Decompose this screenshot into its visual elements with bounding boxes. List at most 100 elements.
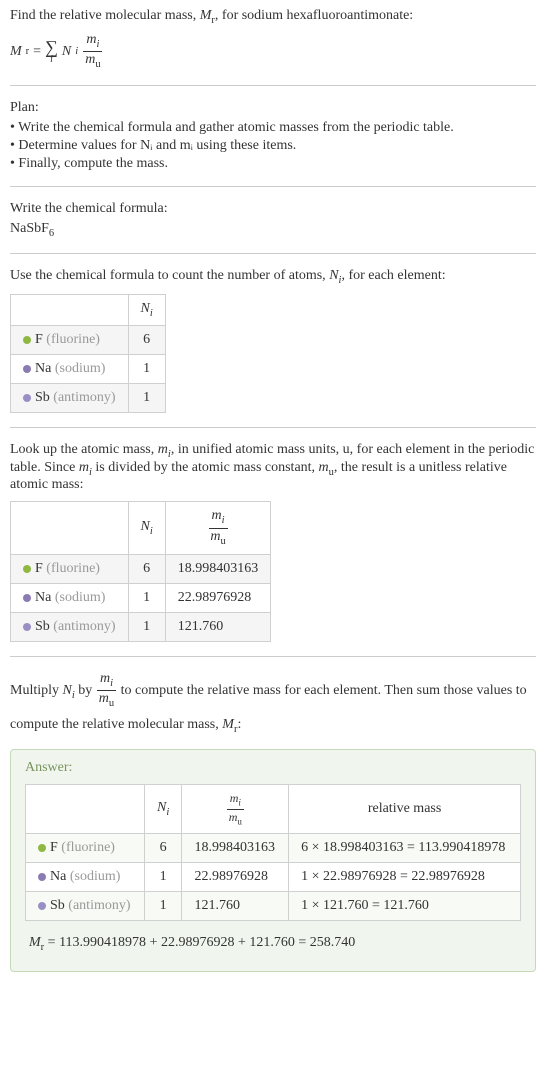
element-cell: F (fluorine) <box>11 554 129 583</box>
count-title: Use the chemical formula to count the nu… <box>10 268 536 286</box>
count-table: Ni F (fluorine) 6 Na (sodium) 1 Sb (anti… <box>10 294 166 413</box>
element-cell: F (fluorine) <box>11 325 129 354</box>
eq-n-sub: i <box>75 46 78 57</box>
answer-title: Answer: <box>25 760 521 776</box>
eq-frac-num: mi <box>83 32 102 52</box>
table-header-frac: mi mu <box>182 785 289 834</box>
multiply-text: Multiply Ni by mi mu to compute the rela… <box>10 671 536 739</box>
lookup-section: Look up the atomic mass, mi, in unified … <box>10 442 536 642</box>
table-row: F (fluorine) 6 18.998403163 6 × 18.99840… <box>26 834 521 863</box>
lookup-text: Look up the atomic mass, mi, in unified … <box>10 442 536 494</box>
element-dot-icon <box>23 365 31 373</box>
mass-cell: 121.760 <box>165 612 271 641</box>
element-cell: Na (sodium) <box>11 583 129 612</box>
table-header-relmass: relative mass <box>289 785 521 834</box>
table-row: Sb (antimony) 1 121.760 <box>11 612 271 641</box>
intro-section: Find the relative molecular mass, Mr , fo… <box>10 8 536 71</box>
element-cell: F (fluorine) <box>26 834 145 863</box>
relmass-cell: 6 × 18.998403163 = 113.990418978 <box>289 834 521 863</box>
chem-sub: 6 <box>49 228 54 239</box>
divider <box>10 186 536 187</box>
table-header-row: Ni mi mu relative mass <box>26 785 521 834</box>
answer-table: Ni mi mu relative mass F (fluorine) 6 18… <box>25 784 521 921</box>
element-dot-icon <box>38 844 46 852</box>
element-cell: Sb (antimony) <box>11 383 129 412</box>
chem-formula: NaSbF6 <box>10 221 536 239</box>
relmass-cell: 1 × 22.98976928 = 22.98976928 <box>289 863 521 892</box>
table-row: Sb (antimony) 1 <box>11 383 166 412</box>
chem-prefix: NaSbF <box>10 221 49 236</box>
table-header-empty <box>26 785 145 834</box>
multiply-frac: mi mu <box>96 671 117 711</box>
plan-item: • Determine values for Nᵢ and mᵢ using t… <box>10 138 536 154</box>
final-formula: Mr = 113.990418978 + 22.98976928 + 121.7… <box>25 931 521 957</box>
intro-line1-end: , for sodium hexafluoroantimonate: <box>215 8 413 23</box>
table-row: Na (sodium) 1 <box>11 354 166 383</box>
mass-cell: 18.998403163 <box>165 554 271 583</box>
plan-section: Plan: • Write the chemical formula and g… <box>10 100 536 172</box>
element-cell: Na (sodium) <box>26 863 145 892</box>
table-row: Na (sodium) 1 22.98976928 1 × 22.9897692… <box>26 863 521 892</box>
relmass-cell: 1 × 121.760 = 121.760 <box>289 892 521 921</box>
sigma-icon: ∑ i <box>45 39 58 64</box>
n-cell: 1 <box>128 612 165 641</box>
element-dot-icon <box>38 902 46 910</box>
plan-list: • Write the chemical formula and gather … <box>10 120 536 172</box>
table-header-row: Ni mi mu <box>11 502 271 555</box>
table-row: Sb (antimony) 1 121.760 1 × 121.760 = 12… <box>26 892 521 921</box>
eq-equals: = <box>33 44 41 60</box>
n-cell: 1 <box>128 583 165 612</box>
table-header-frac: mi mu <box>165 502 271 555</box>
eq-mr: M <box>10 44 22 60</box>
table-header-empty <box>11 294 129 325</box>
element-cell: Sb (antimony) <box>11 612 129 641</box>
table-header-empty <box>11 502 129 555</box>
table-header-ni: Ni <box>144 785 182 834</box>
table-header-ni: Ni <box>128 294 165 325</box>
n-cell: 1 <box>144 863 182 892</box>
element-cell: Sb (antimony) <box>26 892 145 921</box>
n-cell: 1 <box>144 892 182 921</box>
chem-title: Write the chemical formula: <box>10 201 536 217</box>
table-row: F (fluorine) 6 18.998403163 <box>11 554 271 583</box>
element-dot-icon <box>23 394 31 402</box>
element-dot-icon <box>23 565 31 573</box>
element-dot-icon <box>38 873 46 881</box>
divider <box>10 656 536 657</box>
table-header-row: Ni <box>11 294 166 325</box>
element-cell: Na (sodium) <box>11 354 129 383</box>
element-dot-icon <box>23 594 31 602</box>
intro-formula: Mr = ∑ i Ni mi mu <box>10 32 536 72</box>
table-header-ni: Ni <box>128 502 165 555</box>
intro-mr: M <box>200 8 212 23</box>
mass-cell: 18.998403163 <box>182 834 289 863</box>
intro-text: Find the relative molecular mass, Mr, fo… <box>10 8 536 26</box>
eq-frac-den: mu <box>82 52 103 71</box>
divider <box>10 85 536 86</box>
table-row: F (fluorine) 6 <box>11 325 166 354</box>
lookup-table: Ni mi mu F (fluorine) 6 18.998403163 Na … <box>10 501 271 642</box>
plan-item: • Finally, compute the mass. <box>10 156 536 172</box>
intro-line1: Find the relative molecular mass, <box>10 8 200 23</box>
count-section: Use the chemical formula to count the nu… <box>10 268 536 413</box>
plan-title: Plan: <box>10 100 536 116</box>
multiply-section: Multiply Ni by mi mu to compute the rela… <box>10 671 536 972</box>
n-cell: 6 <box>128 554 165 583</box>
element-dot-icon <box>23 623 31 631</box>
eq-n: N <box>62 44 71 60</box>
plan-item: • Write the chemical formula and gather … <box>10 120 536 136</box>
eq-frac: mi mu <box>82 32 103 72</box>
chem-section: Write the chemical formula: NaSbF6 <box>10 201 536 239</box>
mass-cell: 22.98976928 <box>182 863 289 892</box>
mass-cell: 22.98976928 <box>165 583 271 612</box>
sigma-symbol: ∑ <box>45 39 58 55</box>
n-cell: 6 <box>144 834 182 863</box>
table-row: Na (sodium) 1 22.98976928 <box>11 583 271 612</box>
divider <box>10 427 536 428</box>
eq-mr-sub: r <box>26 46 30 57</box>
n-cell: 6 <box>128 325 165 354</box>
n-cell: 1 <box>128 383 165 412</box>
element-dot-icon <box>23 336 31 344</box>
divider <box>10 253 536 254</box>
n-cell: 1 <box>128 354 165 383</box>
